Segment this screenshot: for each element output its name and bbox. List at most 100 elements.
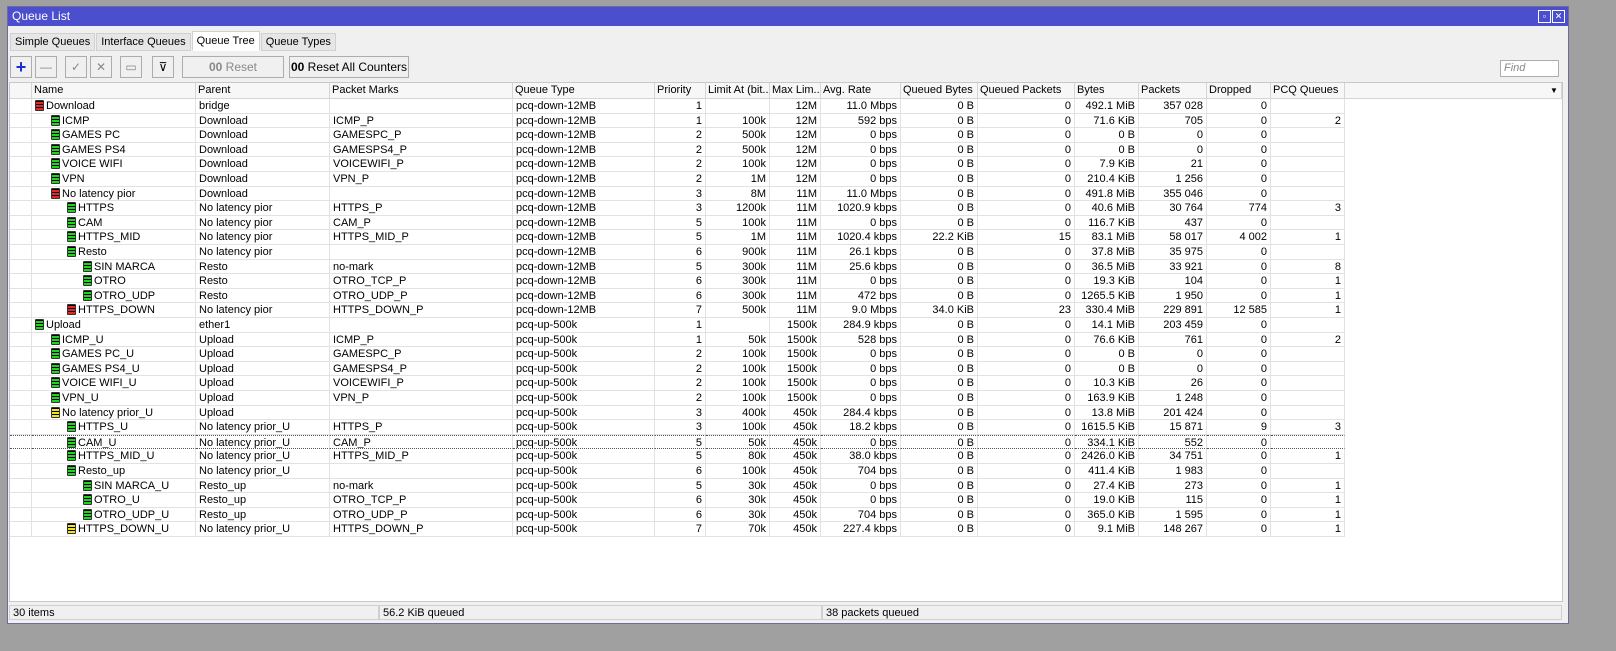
table-row[interactable]: ICMP Download ICMP_P pcq-down-12MB 1 100k 12M 5… xyxy=(10,113,1546,129)
cell-dropped: 0 xyxy=(1207,361,1271,377)
tab-bar: Simple Queues Interface Queues Queue Tre… xyxy=(10,31,337,51)
cell-queue-type: pcq-down-12MB xyxy=(513,157,655,172)
column-header-avg-rate[interactable]: Avg. Rate xyxy=(821,83,901,98)
reset-counters-button[interactable]: 00 Reset Counters xyxy=(182,56,284,94)
queue-name: HTTPS_DOWN xyxy=(78,304,155,317)
cell-max-lim: 11M xyxy=(770,215,821,231)
table-row[interactable]: OTRO_UDP Resto OTRO_UDP_P pcq-down-12MB 6 300… xyxy=(10,288,1546,304)
table-row[interactable]: HTTPS_DOWN No latency pior HTTPS_DOWN_P pcq… xyxy=(10,303,1546,318)
table-row[interactable]: GAMES PC Download GAMESPC_P pcq-down-12MB 2 5… xyxy=(10,128,1546,143)
cell-max-lim: 12M xyxy=(770,157,821,172)
reset-all-counters-button[interactable]: 00 Reset All Counters xyxy=(289,56,409,78)
cell-avg-rate: 9.0 Mbps xyxy=(821,303,901,318)
table-row[interactable]: GAMES PS4_U Upload GAMESPS4_P pcq-up-500k 2 1… xyxy=(10,361,1546,377)
column-header-queue-type[interactable]: Queue Type xyxy=(513,83,655,98)
table-row[interactable]: OTRO_UDP_U Resto_up OTRO_UDP_P pcq-up-500k 6… xyxy=(10,507,1546,523)
table-row[interactable]: GAMES PC_U Upload GAMESPC_P pcq-up-500k 2 100… xyxy=(10,347,1546,362)
queue-status-red-icon xyxy=(51,187,60,199)
table-row[interactable]: OTRO_U Resto_up OTRO_TCP_P pcq-up-500k 6 30k 4… xyxy=(10,493,1546,508)
cell-limit-at-bit: 900k xyxy=(706,245,770,260)
cell-avg-rate: 0 bps xyxy=(821,434,901,450)
cell-bytes: 13.8 MiB xyxy=(1075,405,1139,421)
disable-x-icon[interactable]: ✕ xyxy=(90,56,112,78)
column-header-priority[interactable]: Priority xyxy=(655,83,706,98)
column-chooser-dropdown[interactable]: ▼ xyxy=(1548,83,1562,98)
column-header-packets[interactable]: Packets xyxy=(1139,83,1207,98)
cell-parent: Resto_up xyxy=(196,478,330,494)
restore-button[interactable]: ▫ xyxy=(1538,10,1551,23)
queue-status-green-icon xyxy=(67,231,76,243)
cell-queue-type: pcq-up-500k xyxy=(513,405,655,421)
cell-name: OTRO_UDP_U xyxy=(32,507,196,523)
close-button[interactable]: ✕ xyxy=(1552,10,1565,23)
status-queued-packets: 38 packets queued xyxy=(822,605,1562,620)
table-row[interactable]: VPN_U Upload VPN_P pcq-up-500k 2 100k 1500k 0 b… xyxy=(10,391,1546,406)
column-header-queued-bytes[interactable]: Queued Bytes xyxy=(901,83,978,98)
table-row[interactable]: ICMP_U Upload ICMP_P pcq-up-500k 1 50k 1500k 52… xyxy=(10,332,1546,348)
cell-packets: 229 891 xyxy=(1139,303,1207,318)
table-row[interactable]: HTTPS_U No latency prior_U HTTPS_P pcq-up-5… xyxy=(10,420,1546,435)
cell-queue-type: pcq-down-12MB xyxy=(513,259,655,275)
queue-status-green-icon xyxy=(51,392,60,403)
cell-bytes: 0 B xyxy=(1075,128,1139,143)
cell-avg-rate: 0 bps xyxy=(821,376,901,391)
cell-avg-rate: 0 bps xyxy=(821,172,901,187)
tab-queue-tree[interactable]: Queue Tree xyxy=(191,31,260,51)
filter-icon[interactable]: ⊽ xyxy=(152,56,174,78)
table-row[interactable]: No latency prior_U Upload pcq-up-500k 3 400k… xyxy=(10,405,1546,421)
cell-pcq-queues: 3 xyxy=(1271,420,1345,435)
table-row[interactable]: VOICE WIFI Download VOICEWIFI_P pcq-down-12… xyxy=(10,157,1546,172)
remove-icon[interactable]: — xyxy=(35,56,57,78)
table-row[interactable]: HTTPS No latency pior HTTPS_P pcq-down-12MB… xyxy=(10,201,1546,216)
cell-dropped: 0 xyxy=(1207,522,1271,537)
cell-priority: 2 xyxy=(655,142,706,158)
tab-simple-queues[interactable]: Simple Queues xyxy=(10,33,96,51)
add-icon[interactable]: + xyxy=(10,56,32,78)
table-row[interactable]: Download bridge pcq-down-12MB 1 12M 11.0 Mbps… xyxy=(10,99,1546,114)
tab-interface-queues[interactable]: Interface Queues xyxy=(96,33,191,51)
table-row[interactable]: HTTPS_MID No latency pior HTTPS_MID_P pcq-d… xyxy=(10,230,1546,245)
enable-check-icon[interactable]: ✓ xyxy=(65,56,87,78)
cell-dropped: 0 xyxy=(1207,405,1271,421)
table-row[interactable]: HTTPS_DOWN_U No latency prior_U HTTPS_DOWN… xyxy=(10,522,1546,537)
tab-queue-types[interactable]: Queue Types xyxy=(260,33,336,51)
cell-pcq-queues xyxy=(1271,99,1345,114)
table-row[interactable]: SIN MARCA_U Resto_up no-mark pcq-up-500k 5 30… xyxy=(10,478,1546,494)
column-header-max-lim[interactable]: Max Lim... xyxy=(770,83,821,98)
comment-icon[interactable]: ▭ xyxy=(120,56,142,78)
table-row[interactable]: CAM_U No latency prior_U CAM_P pcq-up-500k 5… xyxy=(10,434,1546,450)
cell-queue-type: pcq-up-500k xyxy=(513,464,655,479)
table-row[interactable]: HTTPS_MID_U No latency prior_U HTTPS_MID_P… xyxy=(10,449,1546,464)
queue-name: OTRO_U xyxy=(94,494,140,507)
column-header-packet-marks[interactable]: Packet Marks xyxy=(330,83,513,98)
cell-bytes: 330.4 MiB xyxy=(1075,303,1139,318)
column-header-parent[interactable]: Parent xyxy=(196,83,330,98)
cell-priority: 1 xyxy=(655,113,706,129)
cell-priority: 1 xyxy=(655,332,706,348)
table-row[interactable]: SIN MARCA Resto no-mark pcq-down-12MB 5 300k 1… xyxy=(10,259,1546,275)
table-row[interactable]: CAM No latency pior CAM_P pcq-down-12MB 5 100… xyxy=(10,215,1546,231)
cell-max-lim: 12M xyxy=(770,142,821,158)
cell-name: SIN MARCA_U xyxy=(32,478,196,494)
column-header-dropped[interactable]: Dropped xyxy=(1207,83,1271,98)
table-row[interactable]: No latency pior Download pcq-down-12MB 3 8M 1… xyxy=(10,186,1546,202)
cell-max-lim: 1500k xyxy=(770,347,821,362)
table-row[interactable]: VPN Download VPN_P pcq-down-12MB 2 1M 12M 0 bps… xyxy=(10,172,1546,187)
table-row[interactable]: OTRO Resto OTRO_TCP_P pcq-down-12MB 6 300k 11M… xyxy=(10,274,1546,289)
table-row[interactable]: Resto_up No latency prior_U pcq-up-500k 6 10… xyxy=(10,464,1546,479)
column-header-bytes[interactable]: Bytes xyxy=(1075,83,1139,98)
table-row[interactable]: VOICE WIFI_U Upload VOICEWIFI_P pcq-up-500k… xyxy=(10,376,1546,391)
column-header-pcq-queues[interactable]: PCQ Queues xyxy=(1271,83,1345,98)
cell-packets: 148 267 xyxy=(1139,522,1207,537)
find-input[interactable]: Find xyxy=(1500,60,1559,77)
cell-avg-rate: 528 bps xyxy=(821,332,901,348)
row-gutter xyxy=(10,391,32,406)
column-header-queued-packets[interactable]: Queued Packets xyxy=(978,83,1075,98)
column-header-limit-at-bit[interactable]: Limit At (bit... xyxy=(706,83,770,98)
cell-packets: 104 xyxy=(1139,274,1207,289)
cell-parent: No latency pior xyxy=(196,245,330,260)
table-row[interactable]: GAMES PS4 Download GAMESPS4_P pcq-down-12MB… xyxy=(10,142,1546,158)
column-header-name[interactable]: Name xyxy=(32,83,196,98)
table-row[interactable]: Resto No latency pior pcq-down-12MB 6 900k 11… xyxy=(10,245,1546,260)
table-row[interactable]: Upload ether1 pcq-up-500k 1 1500k 284.9 kbps 0… xyxy=(10,318,1546,333)
